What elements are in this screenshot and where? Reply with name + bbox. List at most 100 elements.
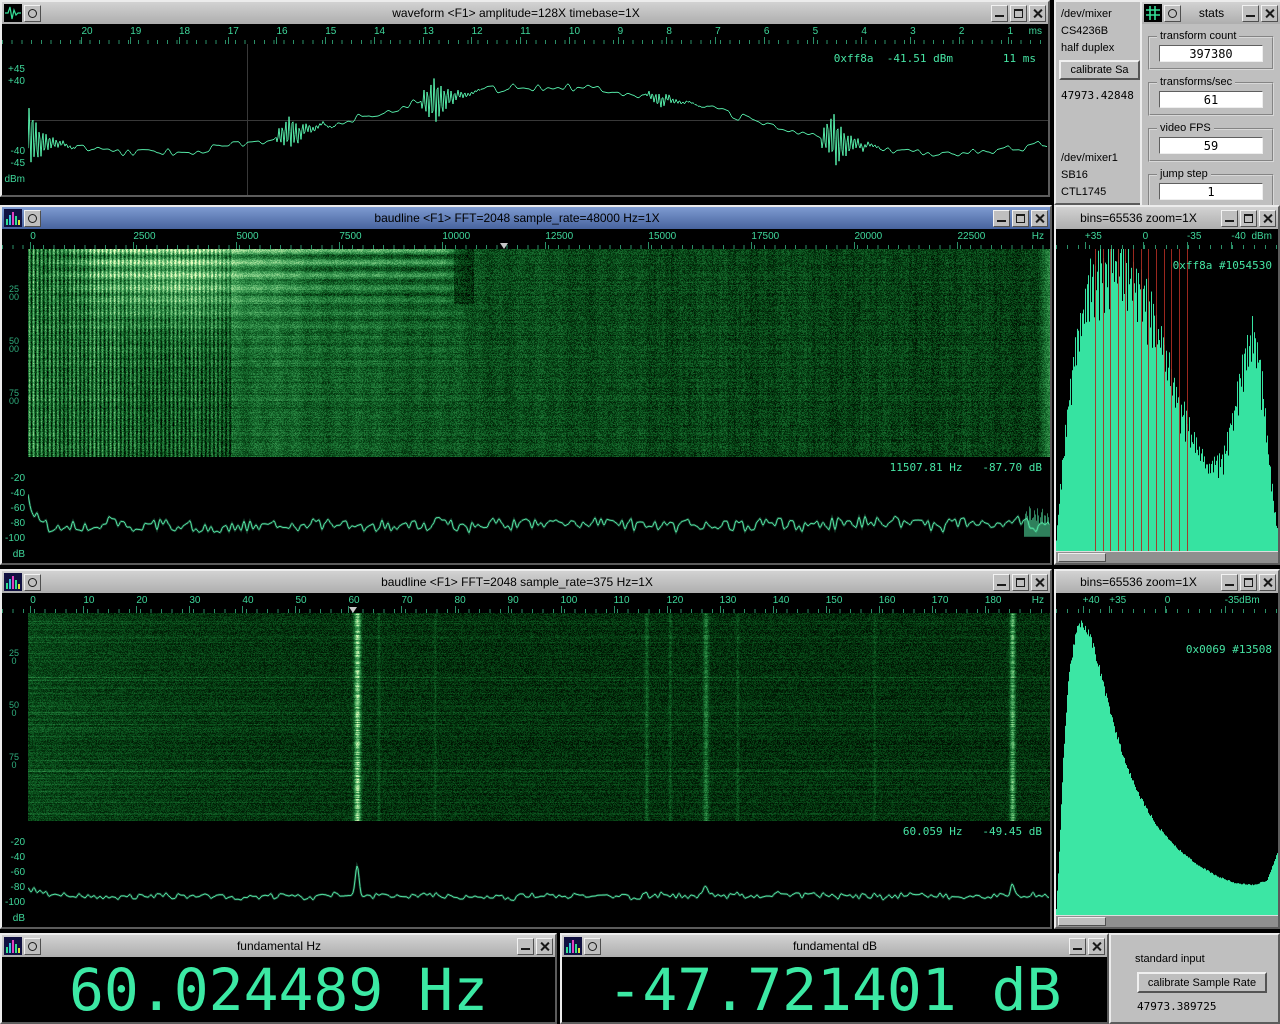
baudline-app-icon2[interactable] [4, 573, 22, 591]
mixer2-chip-id: CTL1745 [1061, 186, 1107, 198]
calibrated-rate-value: 47973.389725 [1137, 1000, 1217, 1013]
ruler-label: 1 [1007, 26, 1014, 37]
ruler-label: 10 [568, 26, 581, 37]
spectro375-minimize-button[interactable] [993, 573, 1010, 591]
stats-close-button[interactable] [1261, 4, 1278, 22]
spectro375-titlebar[interactable]: baudline <F1> FFT=2048 sample_rate=375 H… [2, 571, 1050, 593]
ruler-label: 12500 [545, 231, 574, 242]
fundamental-hz-minimize-button[interactable] [517, 937, 534, 955]
spectro375-frequency-ruler[interactable]: 0 10 20 30 40 50 60 70 80 90 100 110 120 130 140 150 160… [2, 593, 1050, 613]
baudline-app-icon4[interactable] [564, 937, 582, 955]
ruler-label: 12 [471, 26, 483, 37]
waveform-window: waveform <F1> amplitude=128X timebase=1X… [0, 0, 1050, 197]
hist375-titlebar[interactable]: bins=65536 zoom=1X [1056, 571, 1278, 593]
fundamental-hz-titlebar[interactable]: fundamental Hz [2, 935, 555, 957]
ruler-label: 120 [666, 595, 684, 606]
spectro375-spectrogram-canvas[interactable] [28, 613, 1050, 821]
spectro375-shade-button[interactable] [24, 573, 41, 591]
spectro48k-spectrogram-canvas[interactable] [28, 249, 1050, 457]
spectro48k-minimize-button[interactable] [993, 209, 1010, 227]
mixer2-device-path: /dev/mixer1 [1061, 152, 1118, 164]
hist375-close-button[interactable] [1259, 573, 1276, 591]
stats-titlebar[interactable]: stats [1142, 2, 1280, 24]
spectro375-close-button[interactable] [1031, 573, 1048, 591]
waveform-titlebar[interactable]: waveform <F1> amplitude=128X timebase=1X [2, 2, 1048, 24]
stats-group: jump step 1 [1148, 168, 1274, 205]
stats-group: transform count 397380 [1148, 30, 1274, 70]
waveform-display[interactable]: +45 +40 -40 -45 dBm 0xff8a -41.51 dBm 11 ms [2, 44, 1048, 195]
spectro48k-cursor-readout: 11507.81 Hz -87.70 dB [889, 461, 1042, 474]
calibrate-sample-button-clipped[interactable]: calibrate Sa [1059, 60, 1140, 80]
fundamental-db-close-button[interactable] [1088, 937, 1105, 955]
spectro48k-close-button[interactable] [1031, 209, 1048, 227]
calibrate-sample-rate-button[interactable]: calibrate Sample Rate [1137, 972, 1267, 993]
fundamental-db-shade-button[interactable] [584, 937, 601, 955]
ruler-label: 11 [520, 26, 531, 37]
ruler-label: 0 [1142, 231, 1149, 242]
time-axis-label: 750 [9, 752, 20, 770]
hist375-minimize-button[interactable] [1221, 573, 1238, 591]
hist375-scrollbar[interactable] [1056, 915, 1278, 927]
ruler-label: 90 [507, 595, 519, 606]
ruler-label: 7 [715, 26, 721, 37]
hist48k-scrollbar[interactable] [1056, 551, 1278, 563]
stats-minimize-button[interactable] [1242, 4, 1259, 22]
waveform-app-icon[interactable] [4, 4, 22, 22]
spectro48k-maximize-button[interactable] [1012, 209, 1029, 227]
ruler-label: 8 [666, 26, 672, 37]
ruler-label: 9 [617, 26, 624, 37]
hist375-display[interactable]: 0x0069 #13508 [1056, 613, 1278, 915]
ruler-label: 140 [772, 595, 790, 606]
hist48k-titlebar[interactable]: bins=65536 zoom=1X [1056, 207, 1278, 229]
hist48k-display[interactable]: 0xff8a #1054530 [1056, 249, 1278, 551]
hist48k-minimize-button[interactable] [1221, 209, 1238, 227]
ruler-label: -40 [1231, 231, 1246, 242]
hist375-dbm-ruler[interactable]: +40 +35 0 -35dBm [1056, 593, 1278, 613]
axis-label: -60 [10, 867, 25, 878]
waveform-time-ruler[interactable]: 20 19 18 17 16 15 14 13 12 11 10 9 8 7 6 5 4 3 2 1 ms [2, 24, 1048, 44]
waveform-minimize-button[interactable] [991, 4, 1008, 22]
axis-label: -40 [10, 146, 25, 157]
input-source-panel: standard input calibrate Sample Rate 479… [1109, 933, 1280, 1024]
hist375-window: bins=65536 zoom=1X +40 +35 0 -35dBm 0x0069 … [1054, 569, 1280, 929]
fundamental-hz-close-button[interactable] [536, 937, 553, 955]
spectro375-display[interactable]: 250 500 750 -20 -40 -60 -80 -100 dB 60.059 Hz -… [2, 613, 1050, 927]
axis-label: dBm [4, 174, 25, 185]
spectro48k-display[interactable]: 2500 5000 7500 -20 -40 -60 -80 -100 dB 11507.81… [2, 249, 1050, 563]
fundamental-hz-shade-button[interactable] [24, 937, 41, 955]
axis-label: -20 [10, 837, 25, 848]
hist375-maximize-button[interactable] [1240, 573, 1257, 591]
spectro375-spectrum-canvas[interactable] [28, 821, 1050, 927]
spectro375-maximize-button[interactable] [1012, 573, 1029, 591]
waveform-close-button[interactable] [1029, 4, 1046, 22]
hist48k-dbm-ruler[interactable]: +35 0 -35 -40 dBm [1056, 229, 1278, 249]
spectro48k-frequency-ruler[interactable]: 0 2500 5000 7500 10000 12500 15000 17500 20000 22… [2, 229, 1050, 249]
ruler-label: 20 [136, 595, 148, 606]
stats-shade-button[interactable] [1164, 4, 1181, 22]
hist48k-histogram-canvas[interactable] [1056, 249, 1278, 551]
hist375-histogram-canvas[interactable] [1056, 613, 1278, 915]
fundamental-db-titlebar[interactable]: fundamental dB [562, 935, 1107, 957]
baudline-app-icon[interactable] [4, 209, 22, 227]
ruler-label: 0 [30, 231, 36, 242]
axis-label: -100 [4, 897, 25, 908]
stats-window: stats transform count 397380 transforms/se… [1140, 0, 1280, 207]
waveform-maximize-button[interactable] [1010, 4, 1027, 22]
ruler-label: 10000 [442, 231, 471, 242]
fundamental-db-minimize-button[interactable] [1069, 937, 1086, 955]
hist375-scrollbar-thumb[interactable] [1058, 917, 1106, 926]
fundamental-hz-display: 60.024489 Hz [2, 956, 555, 1024]
spectro48k-db-axis: -20 -40 -60 -80 -100 dB [2, 457, 28, 563]
hist48k-maximize-button[interactable] [1240, 209, 1257, 227]
hist48k-close-button[interactable] [1259, 209, 1276, 227]
spectro48k-shade-button[interactable] [24, 209, 41, 227]
spectro48k-titlebar[interactable]: baudline <F1> FFT=2048 sample_rate=48000… [2, 207, 1050, 229]
hist48k-scrollbar-thumb[interactable] [1058, 553, 1106, 562]
baudline-app-icon3[interactable] [4, 937, 22, 955]
stats-group: video FPS 59 [1148, 122, 1274, 162]
ruler-label: 160 [878, 595, 896, 606]
mixer-duplex-mode: half duplex [1061, 42, 1115, 54]
waveform-trace-canvas[interactable] [28, 44, 1048, 195]
stats-app-icon[interactable] [1144, 4, 1162, 22]
waveform-shade-button[interactable] [24, 4, 41, 22]
